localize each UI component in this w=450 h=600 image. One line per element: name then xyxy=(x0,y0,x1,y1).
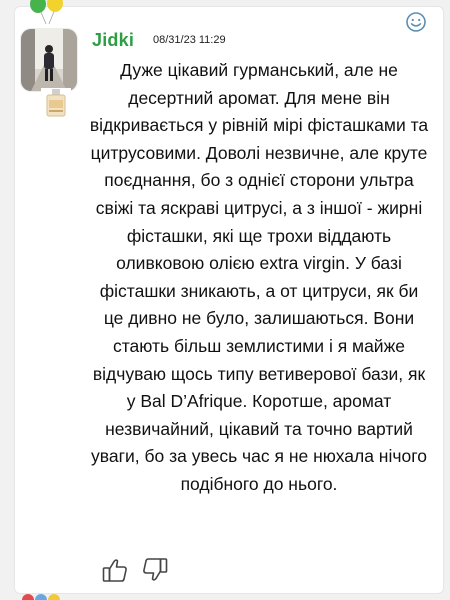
balloons-icon xyxy=(30,0,63,24)
review-page: Jidki 08/31/23 11:29 Дуже цікавий гурман… xyxy=(0,0,450,600)
perfume-bottle-icon xyxy=(41,88,71,118)
review-date: 08/31/23 11:29 xyxy=(153,34,226,46)
review-text: Дуже цікавий гурманський, але не десертн… xyxy=(89,60,429,494)
thumbs-down-icon[interactable] xyxy=(141,556,169,584)
reaction-bubbles-icon xyxy=(22,594,60,600)
thumbs-up-icon[interactable] xyxy=(101,556,129,584)
author-name[interactable]: Jidki xyxy=(92,30,134,51)
avatar[interactable] xyxy=(21,29,77,91)
smile-icon[interactable] xyxy=(405,11,427,33)
